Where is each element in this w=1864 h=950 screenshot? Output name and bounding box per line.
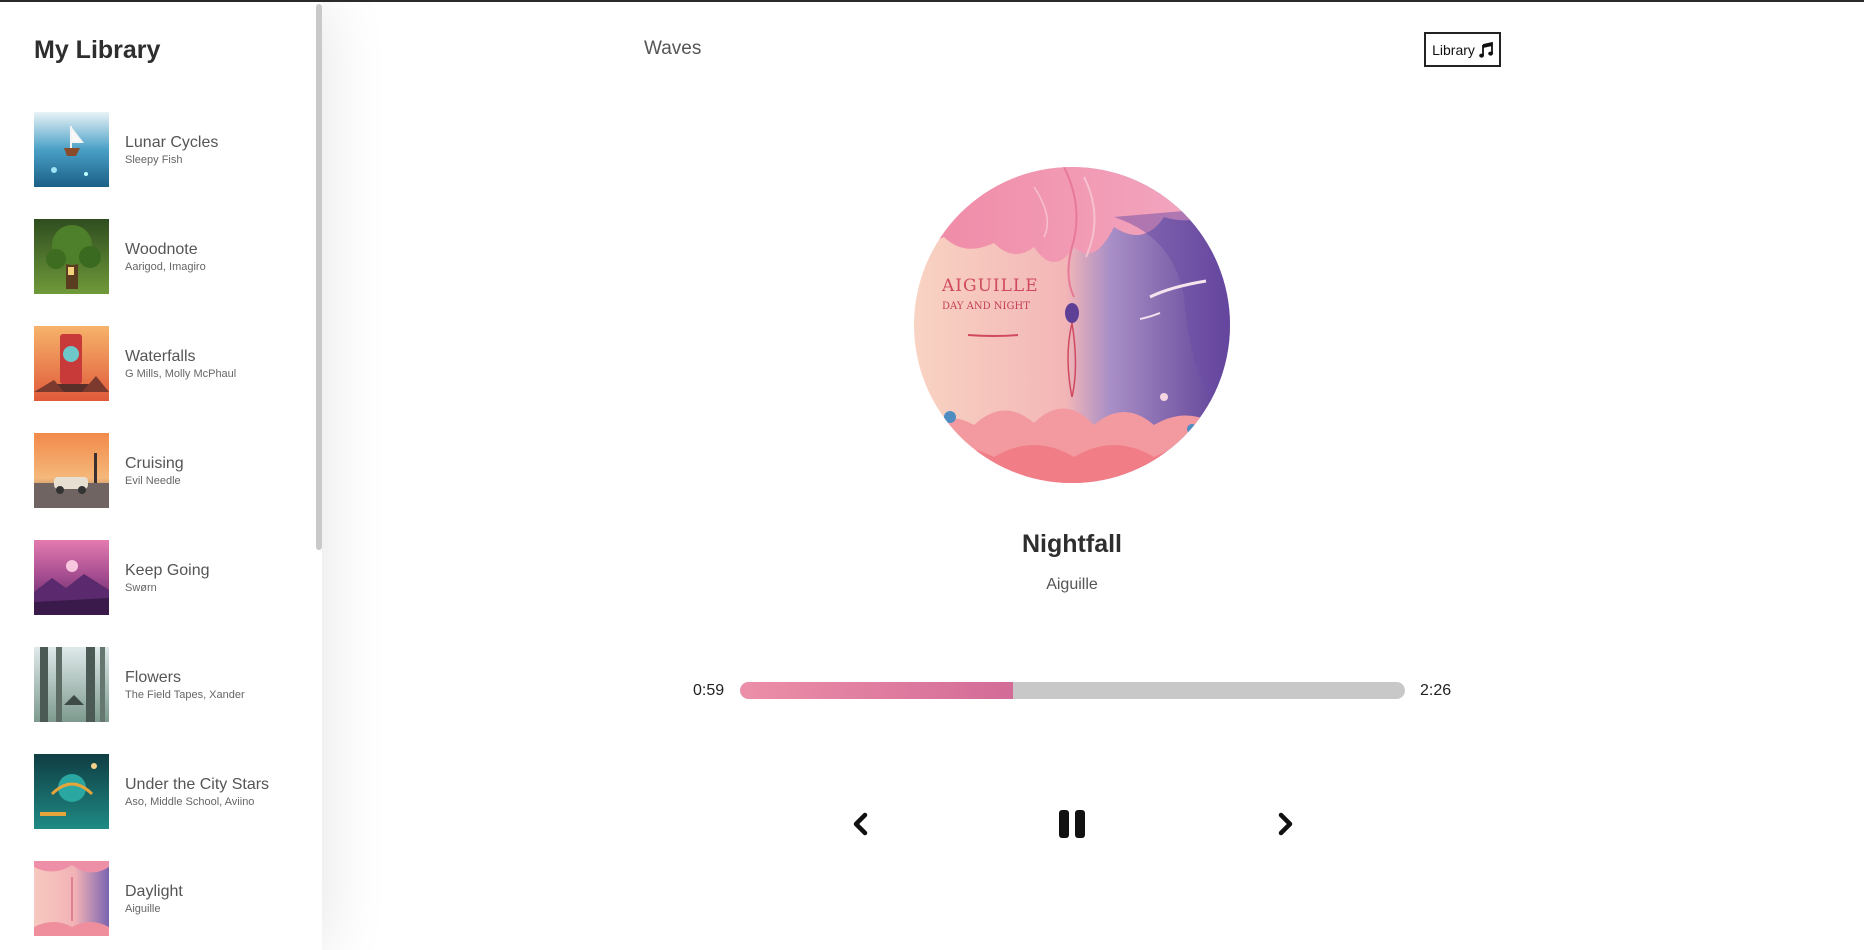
library-item-artist: Evil Needle — [125, 475, 181, 487]
now-playing-album-art: AIGUILLE DAY AND NIGHT — [914, 167, 1230, 483]
library-item[interactable]: Under the City Stars Aso, Middle School,… — [0, 754, 316, 861]
library-item-name: Waterfalls — [125, 348, 196, 365]
library-sidebar: My Library Lunar Cycles Sleepy Fish Wood… — [0, 2, 322, 950]
library-item-artist: Sleepy Fish — [125, 154, 183, 166]
album-cover — [34, 326, 109, 401]
library-item-artist: The Field Tapes, Xander — [125, 689, 245, 701]
album-cover — [34, 647, 109, 722]
chevron-left-icon — [853, 812, 868, 836]
album-cover — [34, 219, 109, 294]
library-item-artist: G Mills, Molly McPhaul — [125, 368, 237, 380]
album-cover — [34, 861, 109, 936]
library-button-label: Library — [1432, 41, 1475, 58]
library-title: My Library — [34, 36, 161, 64]
library-item-name: Daylight — [125, 883, 183, 900]
library-item[interactable]: Keep Going Swørn — [0, 540, 316, 647]
progress-fill — [740, 682, 1013, 699]
library-item-name: Woodnote — [125, 241, 198, 258]
library-item[interactable]: Woodnote Aarigod, Imagiro — [0, 219, 316, 326]
pause-button[interactable] — [1056, 806, 1088, 842]
previous-button[interactable] — [846, 806, 874, 842]
library-item[interactable]: Waterfalls G Mills, Molly McPhaul — [0, 326, 316, 433]
current-time: 0:59 — [693, 682, 725, 699]
album-cover — [34, 754, 109, 829]
library-item-artist: Aarigod, Imagiro — [125, 261, 206, 273]
library-item-name: Lunar Cycles — [125, 134, 219, 151]
library-item-name: Cruising — [125, 455, 184, 472]
album-cover — [34, 112, 109, 187]
library-item-artist: Aiguille — [125, 903, 161, 915]
library-toggle-button[interactable]: Library — [1424, 32, 1501, 67]
album-art-subtitle: DAY AND NIGHT — [942, 301, 1030, 312]
total-time: 2:26 — [1420, 682, 1452, 699]
sidebar-scrollbar[interactable] — [316, 4, 322, 550]
chevron-right-icon — [1278, 812, 1293, 836]
next-button[interactable] — [1272, 806, 1300, 842]
app-brand[interactable]: Waves — [644, 38, 701, 60]
library-item-artist: Swørn — [125, 582, 157, 594]
library-list: Lunar Cycles Sleepy Fish Woodnote Aarigo… — [0, 112, 316, 950]
album-cover — [34, 540, 109, 615]
album-cover — [34, 433, 109, 508]
library-item[interactable]: Daylight Aiguille — [0, 861, 316, 950]
library-item-artist: Aso, Middle School, Aviino — [125, 796, 255, 808]
library-item-name: Under the City Stars — [125, 776, 270, 793]
library-item[interactable]: Flowers The Field Tapes, Xander — [0, 647, 316, 754]
music-note-icon — [1479, 41, 1493, 58]
library-item[interactable]: Cruising Evil Needle — [0, 433, 316, 540]
library-item-name: Flowers — [125, 669, 182, 686]
library-item-name: Keep Going — [125, 562, 210, 579]
progress-slider[interactable] — [740, 682, 1405, 699]
album-art-title: AIGUILLE — [941, 276, 1039, 296]
library-item[interactable]: Lunar Cycles Sleepy Fish — [0, 112, 316, 219]
pause-icon — [1059, 810, 1085, 838]
